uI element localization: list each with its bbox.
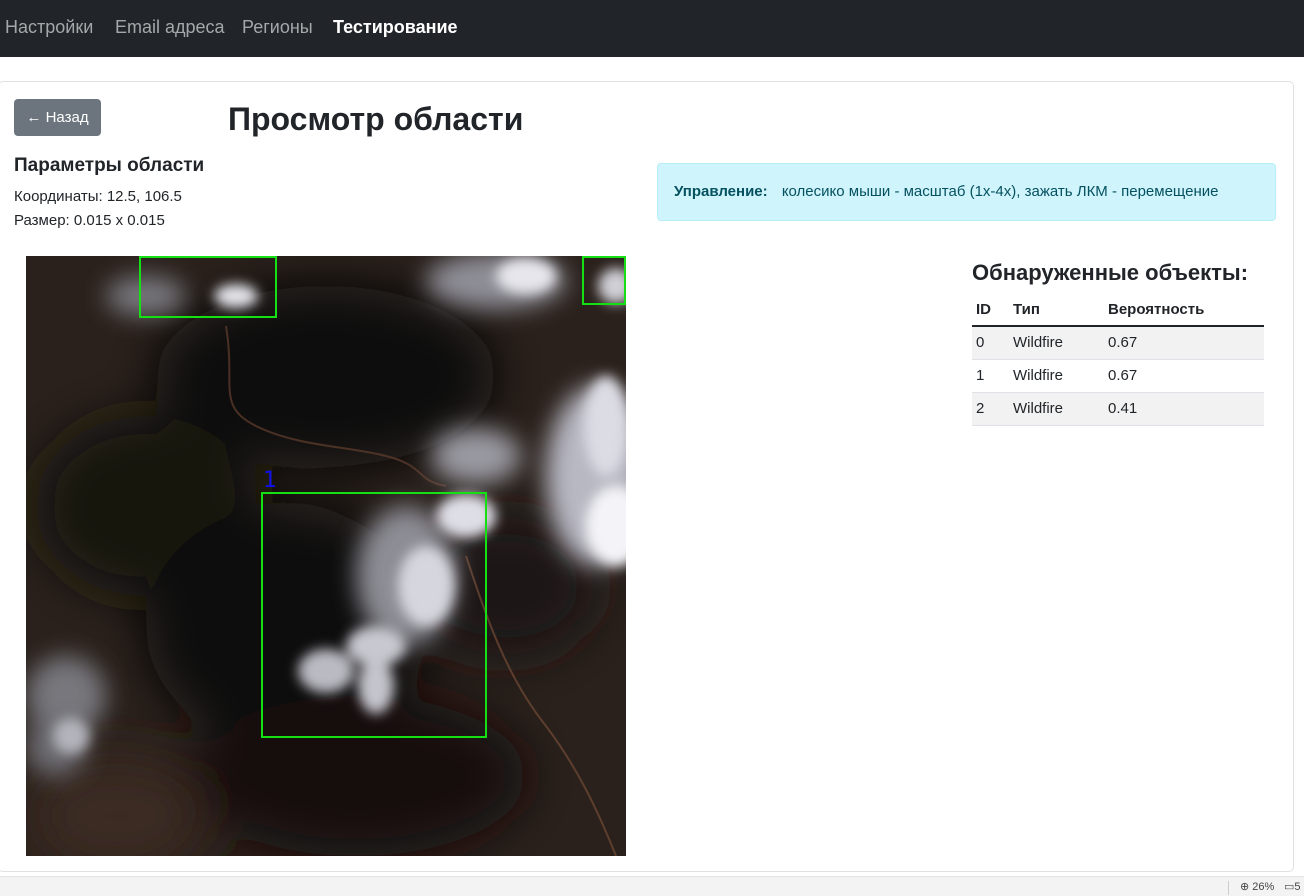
nav-item-emails[interactable]: Email адреса (115, 16, 225, 38)
zoom-indicator[interactable]: ⊕ 26% (1240, 880, 1274, 894)
cell-type: Wildfire (1009, 359, 1104, 393)
status-bar: ⊕ 26% ▭5 (0, 876, 1304, 896)
cell-type: Wildfire (1009, 392, 1104, 426)
nav-item-settings[interactable]: Настройки (5, 16, 93, 38)
back-button[interactable]: ← Назад (14, 99, 101, 136)
nav-item-testing[interactable]: Тестирование (333, 16, 458, 38)
cell-probability: 0.67 (1104, 326, 1264, 360)
detection-label-1: 1 (263, 468, 277, 493)
status-separator (1228, 881, 1229, 895)
table-row: 1 Wildfire 0.67 (972, 359, 1264, 393)
cell-probability: 0.41 (1104, 392, 1264, 426)
detection-box-2 (582, 256, 626, 305)
column-header-id: ID (972, 294, 1009, 327)
top-navbar: Настройки Email адреса Регионы Тестирова… (0, 0, 1304, 57)
cell-id: 0 (972, 326, 1009, 360)
alert-label: Управление: (674, 183, 768, 200)
monitor-icon: ▭ (1284, 881, 1295, 893)
cell-id: 2 (972, 392, 1009, 426)
column-header-type: Тип (1009, 294, 1104, 327)
detection-box-0 (139, 256, 277, 318)
satellite-image-viewer[interactable]: 1 (26, 256, 626, 856)
cell-probability: 0.67 (1104, 359, 1264, 393)
detected-objects-title: Обнаруженные объекты: (972, 260, 1249, 285)
target-icon: ⊕ (1240, 881, 1250, 893)
page-title: Просмотр области (228, 101, 524, 137)
display-value: 5 (1294, 881, 1301, 893)
size-text: Размер: 0.015 x 0.015 (14, 212, 165, 229)
cell-id: 1 (972, 359, 1009, 393)
display-indicator[interactable]: ▭5 (1284, 880, 1301, 894)
table-row: 2 Wildfire 0.41 (972, 392, 1264, 426)
coordinates-text: Координаты: 12.5, 106.5 (14, 188, 182, 205)
detected-objects-table: ID Тип Вероятность 0 Wildfire 0.67 1 Wil… (972, 294, 1264, 426)
params-title: Параметры области (14, 155, 205, 176)
column-header-probability: Вероятность (1104, 294, 1264, 327)
alert-text: колесико мыши - масштаб (1x-4x), зажать … (781, 183, 1219, 200)
controls-alert: Управление: колесико мыши - масштаб (1x-… (657, 163, 1276, 221)
cell-type: Wildfire (1009, 326, 1104, 360)
nav-item-regions[interactable]: Регионы (242, 16, 313, 38)
table-header-row: ID Тип Вероятность (972, 294, 1264, 327)
detection-box-1 (261, 492, 487, 738)
zoom-value: 26% (1252, 881, 1275, 893)
table-row: 0 Wildfire 0.67 (972, 326, 1264, 360)
